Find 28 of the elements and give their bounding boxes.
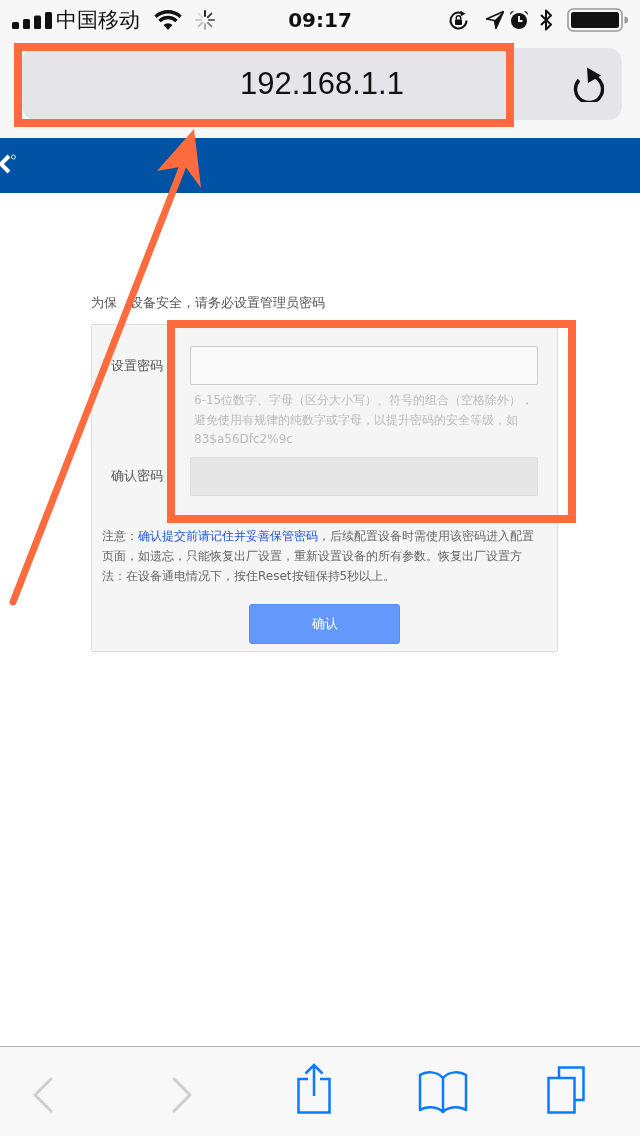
back-icon (33, 1077, 53, 1113)
bookmarks-button[interactable] (418, 1070, 468, 1114)
share-button[interactable] (297, 1063, 331, 1114)
share-icon (297, 1063, 331, 1114)
reload-icon (571, 66, 604, 102)
bookmarks-icon (418, 1070, 468, 1114)
bluetooth-icon (539, 9, 553, 31)
carrier-name: 中国移动 (56, 9, 140, 31)
activity-spinner-icon (195, 10, 215, 30)
field-label: 确认密码 (110, 467, 163, 486)
signal-icon (12, 11, 52, 29)
field-label: 设置密码 (110, 356, 163, 375)
logo-fragment-icon (0, 153, 16, 174)
wifi-icon (154, 10, 182, 30)
address-field[interactable]: 192.168.1.1 (22, 48, 622, 120)
password-field[interactable] (190, 346, 538, 385)
location-arrow-icon (486, 11, 504, 29)
forward-icon (172, 1077, 192, 1113)
reload-button[interactable] (571, 66, 604, 102)
note-text: 注意：确认提交前请记住并妥善保管密码，后续配置设备时需使用该密码进入配置页面，如遗忘，只能恢复出厂设置，重新设置设备的所有参数。恢复出厂设置方法：在设备通电情况下，按住Reset按钮保持5秒以上。 (102, 527, 535, 585)
alarm-clock-icon (509, 10, 529, 30)
note-link[interactable]: 确认提交前请记住并妥善保管密码 (138, 528, 318, 543)
rotation-lock-icon (448, 9, 469, 31)
battery-icon (567, 8, 628, 32)
intro-text: 为保 (91, 294, 117, 312)
tabs-button[interactable] (547, 1066, 585, 1114)
clock-time: 09:17 (288, 10, 352, 30)
tabs-icon (547, 1066, 585, 1114)
